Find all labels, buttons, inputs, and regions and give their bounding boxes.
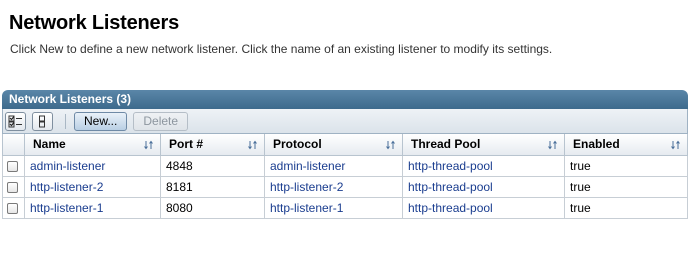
select-column-header	[2, 134, 25, 156]
thread-pool-link[interactable]: http-thread-pool	[408, 180, 493, 194]
row-select-cell	[2, 196, 25, 219]
row-select-cell	[2, 154, 25, 177]
thread-pool-link[interactable]: http-thread-pool	[408, 201, 493, 215]
row-select-cell	[2, 175, 25, 198]
table-row: http-listener-2 8181 http-listener-2 htt…	[2, 175, 688, 198]
row-checkbox[interactable]	[7, 181, 18, 193]
toolbar-separator	[65, 113, 66, 129]
table-row: admin-listener 4848 admin-listener http-…	[2, 154, 688, 177]
column-header-enabled[interactable]: Enabled	[564, 134, 688, 156]
protocol-link[interactable]: http-listener-2	[270, 180, 343, 194]
port-cell: 8080	[160, 196, 265, 219]
protocol-link[interactable]: http-listener-1	[270, 201, 343, 215]
sort-icon[interactable]	[144, 140, 154, 150]
page-title: Network Listeners	[9, 12, 179, 34]
table-toolbar: New... Delete	[2, 109, 688, 134]
listener-name-link[interactable]: http-listener-2	[30, 180, 103, 194]
protocol-link[interactable]: admin-listener	[270, 159, 345, 173]
listener-name-link[interactable]: admin-listener	[30, 159, 105, 173]
sort-icon[interactable]	[548, 140, 558, 150]
page-help-text: Click New to define a new network listen…	[10, 42, 553, 56]
column-header-protocol[interactable]: Protocol	[264, 134, 403, 156]
network-listeners-panel: Network Listeners (3) New... Delete Name…	[2, 90, 688, 225]
select-all-icon[interactable]	[5, 111, 26, 131]
thread-pool-link[interactable]: http-thread-pool	[408, 159, 493, 173]
column-header-name[interactable]: Name	[24, 134, 161, 156]
panel-title: Network Listeners (3)	[2, 90, 688, 109]
sort-icon[interactable]	[671, 140, 681, 150]
row-checkbox[interactable]	[7, 202, 18, 214]
enabled-cell: true	[564, 196, 688, 219]
row-checkbox[interactable]	[7, 160, 18, 172]
column-header-thread-pool[interactable]: Thread Pool	[402, 134, 565, 156]
port-cell: 4848	[160, 154, 265, 177]
deselect-all-icon[interactable]	[32, 111, 53, 131]
delete-button[interactable]: Delete	[133, 111, 189, 131]
enabled-cell: true	[564, 175, 688, 198]
enabled-cell: true	[564, 154, 688, 177]
port-cell: 8181	[160, 175, 265, 198]
sort-icon[interactable]	[386, 140, 396, 150]
listeners-table: Name Port # Protocol Thread Pool Enabled	[2, 134, 688, 219]
sort-icon[interactable]	[248, 140, 258, 150]
table-row: http-listener-1 8080 http-listener-1 htt…	[2, 196, 688, 219]
listener-name-link[interactable]: http-listener-1	[30, 201, 103, 215]
new-button[interactable]: New...	[74, 111, 128, 131]
column-header-port[interactable]: Port #	[160, 134, 265, 156]
